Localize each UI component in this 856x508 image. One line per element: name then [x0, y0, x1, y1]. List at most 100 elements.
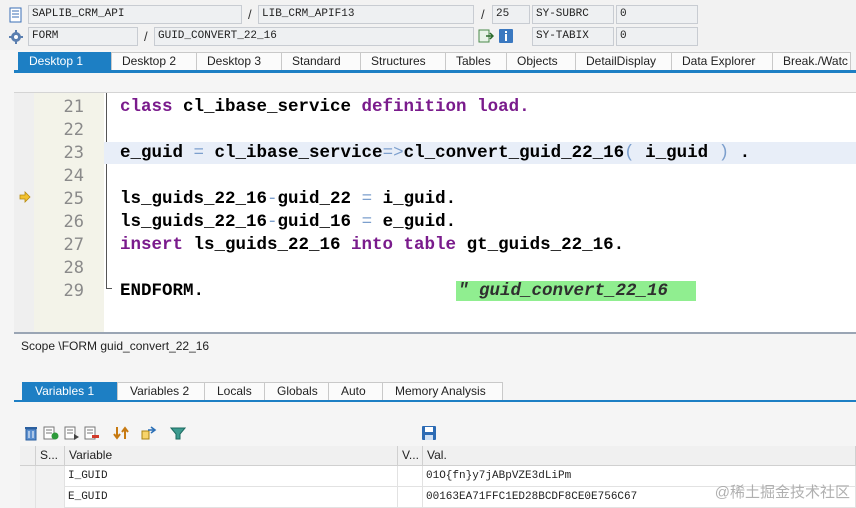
tab-objects[interactable]: Objects — [506, 52, 576, 70]
scope-label: Scope \FORM guid_convert_22_16 — [21, 339, 210, 353]
code-line-21: class cl_ibase_service definition load. — [104, 96, 856, 118]
identifier: ls_guids_22_16 — [183, 235, 352, 255]
line-number: 22 — [63, 120, 84, 140]
identifier: guid_22 — [277, 189, 362, 209]
column-header-s[interactable]: S... — [36, 446, 65, 466]
display-source-icon[interactable] — [478, 28, 494, 44]
variable-name-cell[interactable]: E_GUID — [65, 487, 398, 508]
operator: - — [267, 189, 278, 209]
operator: = — [361, 189, 373, 209]
sort-icon[interactable] — [113, 425, 129, 441]
row-selector[interactable] — [20, 466, 36, 487]
keyword: class — [120, 97, 173, 117]
tab-globals[interactable]: Globals — [264, 382, 329, 400]
keyword: ENDFORM. — [120, 281, 205, 301]
keyword: into table — [351, 235, 457, 255]
column-header-variable[interactable]: Variable — [65, 446, 398, 466]
program-field[interactable]: SAPLIB_CRM_API — [28, 5, 242, 24]
line-number: 25 — [63, 189, 84, 209]
line-number: 24 — [63, 166, 84, 186]
event-type-field[interactable]: FORM — [28, 27, 138, 46]
sysfield-label-tabix[interactable]: SY-TABIX — [532, 27, 614, 46]
tab-variables-2[interactable]: Variables 2 — [117, 382, 205, 400]
tab-breakpoints-watchpoints[interactable]: Break./Watc — [772, 52, 851, 70]
identifier: i_guid — [634, 143, 719, 163]
code-line-25: ls_guids_22_16-guid_22 = i_guid. — [104, 188, 856, 210]
separator: / — [248, 7, 252, 22]
tab-auto[interactable]: Auto — [328, 382, 383, 400]
row-selector-header[interactable] — [20, 446, 36, 466]
punctuation: . — [729, 143, 751, 163]
identifier: cl_ibase_service — [172, 97, 362, 117]
line-number: 29 — [63, 281, 84, 301]
line-number: 27 — [63, 235, 84, 255]
sysfield-value-subrc[interactable]: 0 — [616, 5, 698, 24]
identifier: ls_guids_22_16 — [120, 212, 268, 232]
keyword: definition load — [361, 97, 520, 117]
program-icon — [9, 7, 22, 23]
sysfield-value-tabix[interactable]: 0 — [616, 27, 698, 46]
code-line-26: ls_guids_22_16-guid_16 = e_guid. — [104, 211, 856, 233]
tab-tables[interactable]: Tables — [445, 52, 507, 70]
source-code-editor[interactable]: 21 22 23 24 25 26 27 28 29 class cl_ibas… — [14, 92, 856, 333]
info-row-form: FORM / GUID_CONVERT_22_16 SY-TABIX 0 — [0, 26, 856, 48]
tab-locals[interactable]: Locals — [204, 382, 265, 400]
sysfield-label-subrc[interactable]: SY-SUBRC — [532, 5, 614, 24]
code-text: ENDFORM. — [120, 280, 204, 302]
code-text: ls_guids_22_16-guid_16 = e_guid. — [120, 211, 456, 233]
row-selector[interactable] — [20, 487, 36, 508]
info-bar: SAPLIB_CRM_API / LIB_CRM_APIF13 / 25 SY-… — [0, 0, 856, 50]
paren: ( — [624, 143, 635, 163]
filter-icon[interactable] — [170, 425, 186, 441]
variable-name-cell[interactable]: I_GUID — [65, 466, 398, 487]
code-line-27: insert ls_guids_22_16 into table gt_guid… — [104, 234, 856, 256]
separator: / — [144, 29, 148, 44]
event-name-field[interactable]: GUID_CONVERT_22_16 — [154, 27, 474, 46]
identifier: guid_16 — [277, 212, 362, 232]
operator: - — [267, 212, 278, 232]
include-field[interactable]: LIB_CRM_APIF13 — [258, 5, 474, 24]
view-cell — [398, 487, 423, 508]
info-icon[interactable] — [498, 28, 514, 44]
operator: = — [361, 212, 373, 232]
tab-standard[interactable]: Standard — [281, 52, 361, 70]
save-icon[interactable] — [421, 425, 437, 441]
code-text: ls_guids_22_16-guid_22 = i_guid. — [120, 188, 456, 210]
operator: = — [193, 143, 205, 163]
tab-data-explorer[interactable]: Data Explorer — [671, 52, 773, 70]
tab-desktop-1[interactable]: Desktop 1 — [18, 52, 112, 70]
status-cell — [36, 466, 65, 487]
insert-row-icon[interactable] — [43, 425, 59, 441]
column-header-value[interactable]: Val. — [423, 446, 856, 466]
operator: => — [382, 143, 404, 163]
tab-desktop-3[interactable]: Desktop 3 — [196, 52, 282, 70]
identifier: gt_guids_22_16. — [456, 235, 625, 255]
status-cell — [36, 487, 65, 508]
transfer-icon[interactable] — [141, 425, 157, 441]
line-number: 26 — [63, 212, 84, 232]
line-number-field[interactable]: 25 — [492, 5, 530, 24]
tab-variables-1[interactable]: Variables 1 — [22, 382, 118, 400]
editor-splitter[interactable] — [14, 332, 856, 334]
variables-tab-strip: Variables 1 Variables 2 Locals Globals A… — [22, 382, 503, 400]
breakpoint-gutter[interactable] — [14, 93, 34, 333]
comment-text: " guid_convert_22_16 — [458, 281, 669, 301]
keyword: insert — [120, 235, 184, 255]
tab-structures[interactable]: Structures — [360, 52, 446, 70]
code-text: e_guid = cl_ibase_service=>cl_convert_gu… — [120, 142, 750, 164]
tab-memory-analysis[interactable]: Memory Analysis — [382, 382, 503, 400]
line-number: 28 — [63, 258, 84, 278]
method-name: cl_convert_guid_22_16 — [403, 143, 625, 163]
line-number: 21 — [63, 97, 84, 117]
tab-strip-underline — [14, 70, 856, 73]
column-header-v[interactable]: V... — [398, 446, 423, 466]
identifier: cl_ibase_service — [204, 143, 383, 163]
paren: ) — [718, 143, 730, 163]
delete-trash-icon[interactable] — [23, 425, 39, 441]
delete-row-icon[interactable] — [84, 425, 100, 441]
append-row-icon[interactable] — [64, 425, 80, 441]
punctuation: . — [519, 97, 530, 117]
tab-detail-display[interactable]: DetailDisplay — [575, 52, 672, 70]
identifier: e_guid. — [372, 212, 457, 232]
tab-desktop-2[interactable]: Desktop 2 — [111, 52, 197, 70]
